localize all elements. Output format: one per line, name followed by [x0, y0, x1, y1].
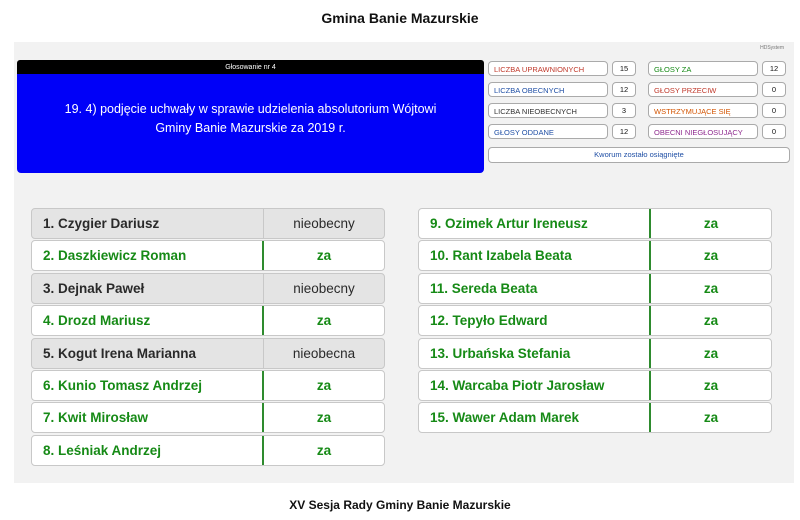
- member-vote-status: za: [703, 248, 719, 263]
- vote-topic: 19. 4) podjęcie uchwały w sprawie udziel…: [17, 74, 484, 173]
- member-row: 11. Sereda Beata za: [418, 273, 772, 304]
- member-name: 14. Warcaba Piotr Jarosław: [419, 371, 651, 400]
- stat-value: 0: [762, 103, 786, 118]
- member-row: 1. Czygier Dariusz nieobecny: [31, 208, 385, 239]
- member-vote-status: za: [316, 378, 332, 393]
- stat-label: LICZBA UPRAWNIONYCH: [488, 61, 608, 76]
- stat-value: 0: [762, 124, 786, 139]
- member-name: 12. Tepyło Edward: [419, 306, 651, 335]
- stat-value: 0: [762, 82, 786, 97]
- member-row: 3. Dejnak Paweł nieobecny: [31, 273, 385, 304]
- member-name: 2. Daszkiewicz Roman: [32, 241, 264, 270]
- stat-label: GŁOSY ODDANE: [488, 124, 608, 139]
- member-name: 7. Kwit Mirosław: [32, 403, 264, 432]
- member-vote-status: nieobecny: [293, 216, 355, 231]
- stat-label: LICZBA OBECNYCH: [488, 82, 608, 97]
- session-title: XV Sesja Rady Gminy Banie Mazurskie: [289, 498, 511, 512]
- member-vote-status: nieobecny: [293, 281, 355, 296]
- member-row: 14. Warcaba Piotr Jarosław za: [418, 370, 772, 401]
- member-row: 4. Drozd Mariusz za: [31, 305, 385, 336]
- voting-screen: HDSystem Głosowanie nr 4 19. 4) podjęcie…: [14, 42, 794, 483]
- member-row: 5. Kogut Irena Marianna nieobecna: [31, 338, 385, 369]
- member-vote-status: za: [703, 216, 719, 231]
- member-name: 15. Wawer Adam Marek: [419, 403, 651, 432]
- member-row: 8. Leśniak Andrzej za: [31, 435, 385, 466]
- member-row: 6. Kunio Tomasz Andrzej za: [31, 370, 385, 401]
- member-name: 6. Kunio Tomasz Andrzej: [32, 371, 264, 400]
- member-vote-status: za: [703, 346, 719, 361]
- vote-header: Głosowanie nr 4: [17, 60, 484, 74]
- member-row: 12. Tepyło Edward za: [418, 305, 772, 336]
- stat-label: OBECNI NIEGŁOSUJĄCY: [648, 124, 758, 139]
- member-name: 3. Dejnak Paweł: [32, 274, 264, 303]
- member-row: 10. Rant Izabela Beata za: [418, 240, 772, 271]
- member-name: 9. Ozimek Artur Ireneusz: [419, 209, 651, 238]
- member-name: 13. Urbańska Stefania: [419, 339, 651, 368]
- stat-value: 3: [612, 103, 636, 118]
- member-vote-status: za: [703, 378, 719, 393]
- member-name: 11. Sereda Beata: [419, 274, 651, 303]
- member-vote-status: za: [703, 281, 719, 296]
- page-title: Gmina Banie Mazurskie: [321, 10, 479, 26]
- stat-label: LICZBA NIEOBECNYCH: [488, 103, 608, 118]
- member-vote-status: za: [703, 410, 719, 425]
- stat-value: 12: [612, 82, 636, 97]
- member-row: 13. Urbańska Stefania za: [418, 338, 772, 369]
- stat-value: 12: [762, 61, 786, 76]
- member-row: 9. Ozimek Artur Ireneusz za: [418, 208, 772, 239]
- quorum-status: Kworum zostało osiągnięte: [488, 147, 790, 163]
- stat-value: 15: [612, 61, 636, 76]
- stat-label: GŁOSY PRZECIW: [648, 82, 758, 97]
- member-row: 15. Wawer Adam Marek za: [418, 402, 772, 433]
- member-row: 2. Daszkiewicz Roman za: [31, 240, 385, 271]
- member-vote-status: za: [316, 443, 332, 458]
- stat-label: GŁOSY ZA: [648, 61, 758, 76]
- member-name: 1. Czygier Dariusz: [32, 209, 264, 238]
- member-name: 4. Drozd Mariusz: [32, 306, 264, 335]
- member-row: 7. Kwit Mirosław za: [31, 402, 385, 433]
- stat-value: 12: [612, 124, 636, 139]
- member-vote-status: za: [316, 248, 332, 263]
- system-label: HDSystem: [760, 45, 784, 51]
- member-vote-status: za: [316, 313, 332, 328]
- stat-label: WSTRZYMUJĄCE SIĘ: [648, 103, 758, 118]
- member-name: 5. Kogut Irena Marianna: [32, 339, 264, 368]
- member-vote-status: nieobecna: [292, 346, 356, 361]
- member-name: 10. Rant Izabela Beata: [419, 241, 651, 270]
- member-name: 8. Leśniak Andrzej: [32, 436, 264, 465]
- member-vote-status: za: [316, 410, 332, 425]
- member-vote-status: za: [703, 313, 719, 328]
